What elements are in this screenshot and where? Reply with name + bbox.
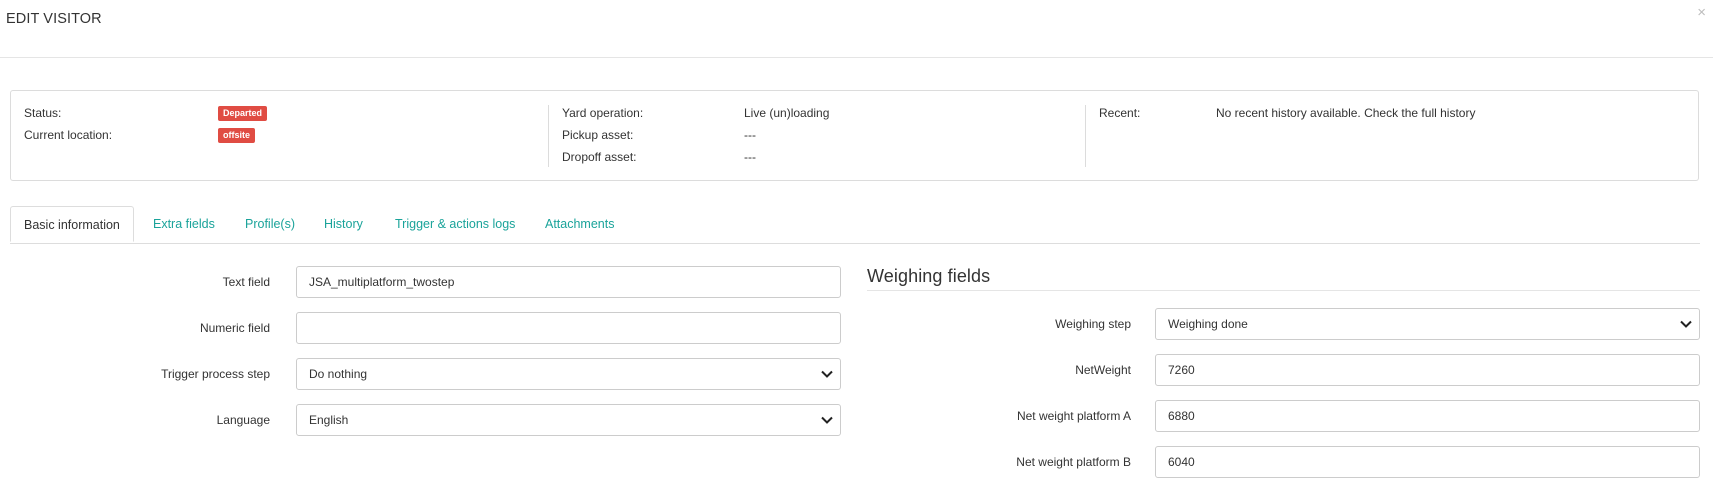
net-weight-platform-b-input[interactable]: 6040 bbox=[1155, 446, 1700, 478]
status-badge: Departed bbox=[218, 106, 268, 122]
tab-basic-information[interactable]: Basic information bbox=[10, 206, 134, 242]
dropoff-asset-value: --- bbox=[744, 150, 756, 164]
net-weight-platform-a-label: Net weight platform A bbox=[1016, 409, 1131, 423]
trigger-process-step-row: Trigger process step Do nothing bbox=[0, 358, 845, 390]
weighing-step-select[interactable]: Weighing done bbox=[1155, 308, 1700, 340]
status-label: Status: bbox=[24, 106, 62, 120]
weighing-step-row: Weighing step Weighing done bbox=[867, 308, 1700, 340]
trigger-process-step-select[interactable]: Do nothing bbox=[296, 358, 841, 390]
language-select[interactable]: English bbox=[296, 404, 841, 436]
current-location-label: Current location: bbox=[24, 128, 113, 142]
tab-attachments[interactable]: Attachments bbox=[545, 206, 614, 242]
yard-operation-value: Live (un)loading bbox=[744, 106, 830, 120]
yard-operation-label: Yard operation: bbox=[562, 106, 644, 120]
weighing-step-label: Weighing step bbox=[1055, 317, 1131, 331]
numeric-field-row: Numeric field bbox=[0, 312, 845, 344]
net-weight-label: NetWeight bbox=[1075, 363, 1131, 377]
recent-row: Recent: No recent history available. Che… bbox=[1099, 103, 1679, 123]
pickup-asset-row: Pickup asset: --- bbox=[562, 125, 1062, 145]
section-divider bbox=[867, 290, 1700, 291]
tab-history[interactable]: History bbox=[324, 206, 363, 242]
recent-history-link[interactable]: No recent history available. Check the f… bbox=[1216, 103, 1475, 123]
chevron-down-icon bbox=[821, 370, 833, 378]
status-column: Status: Departed Current location: offsi… bbox=[11, 91, 548, 180]
language-label: Language bbox=[216, 413, 270, 427]
location-badge: offsite bbox=[218, 128, 255, 144]
chevron-down-icon bbox=[821, 416, 833, 424]
modal-title: EDIT VISITOR bbox=[6, 11, 102, 27]
chevron-down-icon bbox=[1680, 320, 1692, 328]
dropoff-asset-label: Dropoff asset: bbox=[562, 150, 637, 164]
weighing-step-value: Weighing done bbox=[1168, 317, 1248, 331]
trigger-process-step-label: Trigger process step bbox=[161, 367, 270, 381]
numeric-field-label: Numeric field bbox=[199, 321, 270, 335]
text-field-label: Text field bbox=[222, 275, 270, 289]
net-weight-input[interactable]: 7260 bbox=[1155, 354, 1700, 386]
current-location-row: Current location: offsite bbox=[24, 125, 544, 145]
tab-bar: Basic information Extra fields Profile(s… bbox=[10, 206, 1700, 244]
net-weight-platform-b-row: Net weight platform B 6040 bbox=[867, 446, 1700, 478]
text-field-input[interactable]: JSA_multiplatform_twostep bbox=[296, 266, 841, 298]
net-weight-platform-b-label: Net weight platform B bbox=[1016, 455, 1131, 469]
net-weight-platform-a-row: Net weight platform A 6880 bbox=[867, 400, 1700, 432]
yard-column: Yard operation: Live (un)loading Pickup … bbox=[548, 105, 1086, 167]
visitor-status-panel: Status: Departed Current location: offsi… bbox=[10, 90, 1699, 181]
yard-operation-row: Yard operation: Live (un)loading bbox=[562, 103, 1062, 123]
dropoff-asset-row: Dropoff asset: --- bbox=[562, 147, 1062, 167]
recent-column: Recent: No recent history available. Che… bbox=[1085, 105, 1686, 167]
tab-extra-fields[interactable]: Extra fields bbox=[153, 206, 215, 242]
tab-profiles[interactable]: Profile(s) bbox=[245, 206, 295, 242]
language-value: English bbox=[309, 413, 349, 427]
close-icon[interactable]: × bbox=[1697, 5, 1706, 20]
modal-header: EDIT VISITOR × bbox=[0, 0, 1713, 58]
status-row: Status: Departed bbox=[24, 103, 544, 123]
language-row: Language English bbox=[0, 404, 845, 436]
recent-label: Recent: bbox=[1099, 106, 1141, 120]
net-weight-row: NetWeight 7260 bbox=[867, 354, 1700, 386]
tab-trigger-actions-logs[interactable]: Trigger & actions logs bbox=[395, 206, 515, 242]
net-weight-platform-a-input[interactable]: 6880 bbox=[1155, 400, 1700, 432]
text-field-row: Text field JSA_multiplatform_twostep bbox=[0, 266, 845, 298]
pickup-asset-value: --- bbox=[744, 128, 756, 142]
numeric-field-input[interactable] bbox=[296, 312, 841, 344]
weighing-section-title: Weighing fields bbox=[867, 266, 991, 286]
pickup-asset-label: Pickup asset: bbox=[562, 128, 634, 142]
trigger-process-step-value: Do nothing bbox=[309, 367, 368, 381]
